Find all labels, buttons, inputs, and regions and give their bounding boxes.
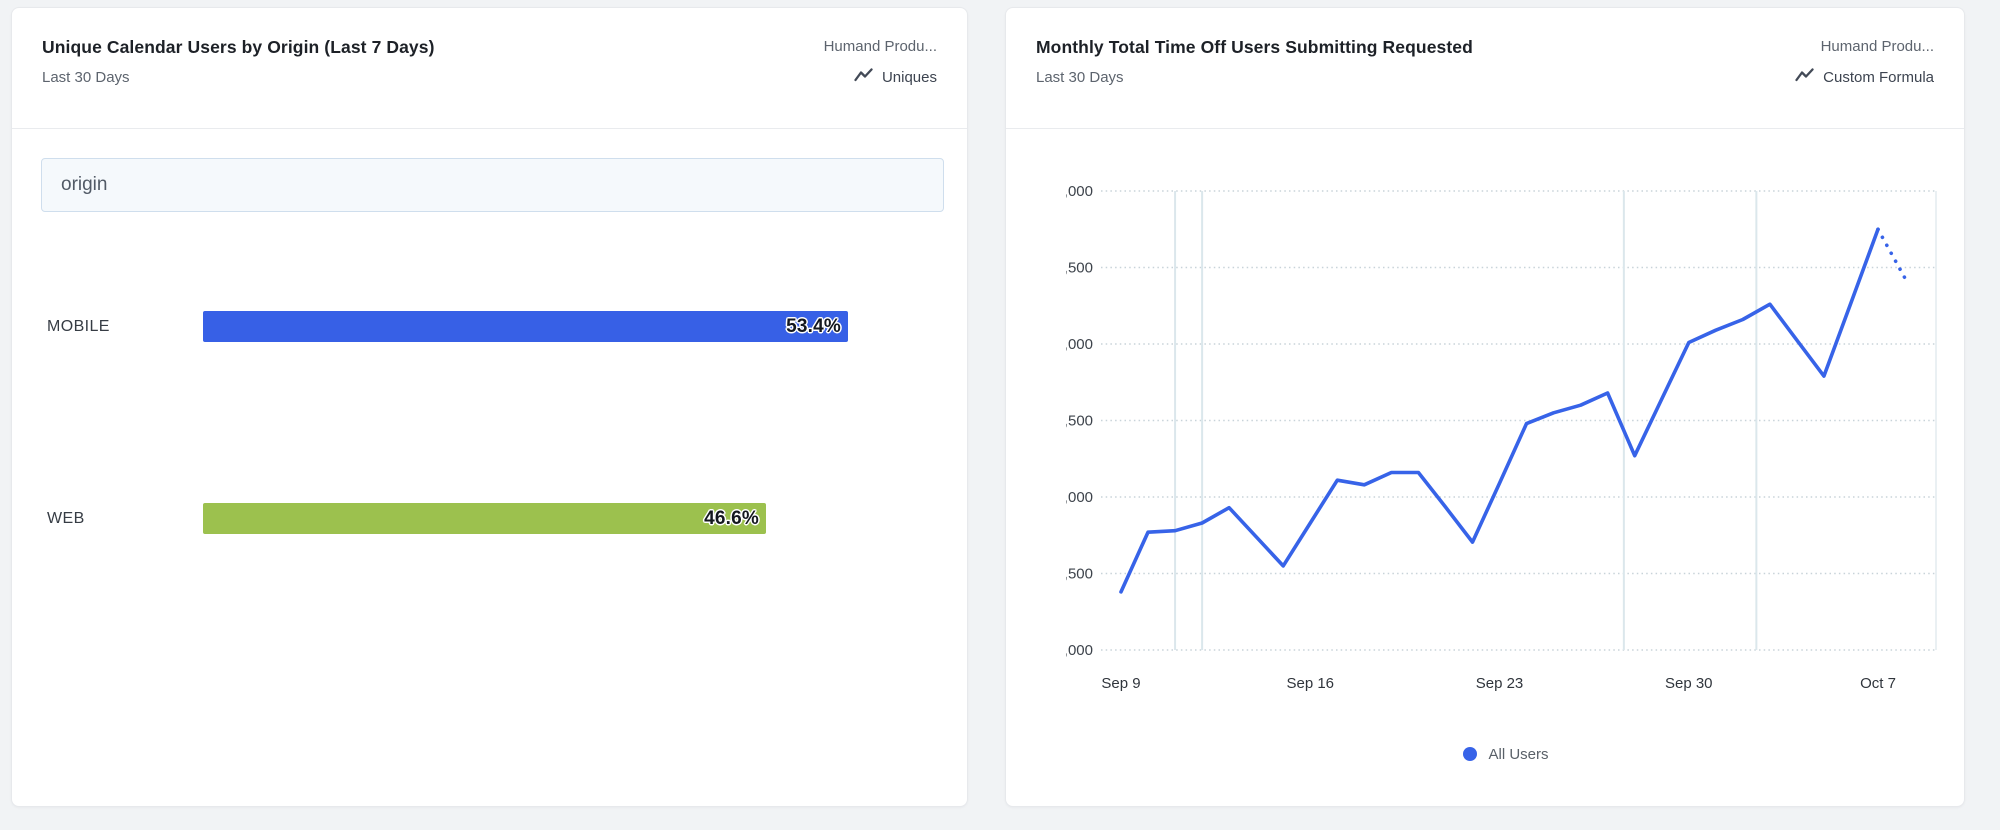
- metric-badge: Uniques: [854, 68, 937, 88]
- bar-value-label: 46.6%: [704, 508, 766, 530]
- x-axis-tick-label: Sep 23: [1476, 675, 1524, 692]
- y-axis-tick-label: 10,000: [1066, 642, 1093, 659]
- line-chart-card: Monthly Total Time Off Users Submitting …: [1005, 7, 1965, 807]
- series-line-projection-dotted: [1878, 229, 1905, 278]
- x-axis-tick-label: Sep 9: [1101, 675, 1140, 692]
- bar-mobile[interactable]: 53.4%: [203, 311, 848, 342]
- bar-chart-card: Unique Calendar Users by Origin (Last 7 …: [11, 7, 968, 807]
- metric-badge: Custom Formula: [1795, 68, 1934, 88]
- legend-dot: [1463, 747, 1477, 761]
- x-axis-tick-label: Sep 30: [1665, 675, 1713, 692]
- x-axis-tick-label: Oct 7: [1860, 675, 1896, 692]
- dashboard-background: { "left_card": { "title": "Unique Calend…: [0, 0, 2000, 830]
- origin-filter-input[interactable]: [41, 158, 944, 212]
- y-axis-tick-label: 12,000: [1066, 336, 1093, 353]
- bar-category-label: MOBILE: [47, 311, 110, 342]
- trend-line-icon: [854, 68, 874, 88]
- card-header: Monthly Total Time Off Users Submitting …: [1006, 8, 1964, 129]
- card-source: Humand Produ...: [1821, 35, 1934, 59]
- metric-label: Custom Formula: [1823, 68, 1934, 88]
- x-axis-tick-label: Sep 16: [1286, 675, 1334, 692]
- y-axis-tick-label: 12,500: [1066, 260, 1093, 277]
- bar-category-label: WEB: [47, 503, 85, 534]
- card-source: Humand Produ...: [824, 35, 937, 59]
- card-header-right: Humand Produ... Uniques: [824, 35, 937, 128]
- card-header-right: Humand Produ... Custom Formula: [1795, 35, 1934, 128]
- card-title[interactable]: Unique Calendar Users by Origin (Last 7 …: [42, 35, 435, 59]
- bar-value-label: 53.4%: [786, 316, 848, 338]
- y-axis-tick-label: 10,500: [1066, 566, 1093, 583]
- card-subtitle: Last 30 Days: [42, 68, 435, 88]
- y-axis-tick-label: 11,500: [1066, 413, 1093, 430]
- y-axis-tick-label: 13,000: [1066, 183, 1093, 200]
- series-line-all-users[interactable]: [1121, 229, 1878, 592]
- legend-label: All Users: [1488, 746, 1548, 763]
- line-chart[interactable]: 13,000 12,500 12,000 11,500 11,000 10,500 10,0…: [1066, 148, 1946, 718]
- y-axis-tick-label: 11,000: [1066, 489, 1093, 506]
- bar-web[interactable]: 46.6%: [203, 503, 766, 534]
- legend-item-all-users[interactable]: All Users: [1066, 743, 1946, 765]
- metric-label: Uniques: [882, 68, 937, 88]
- card-title[interactable]: Monthly Total Time Off Users Submitting …: [1036, 35, 1473, 59]
- card-subtitle: Last 30 Days: [1036, 68, 1473, 88]
- card-header-left: Unique Calendar Users by Origin (Last 7 …: [42, 35, 435, 128]
- trend-line-icon: [1795, 68, 1815, 88]
- card-header-left: Monthly Total Time Off Users Submitting …: [1036, 35, 1473, 128]
- card-header: Unique Calendar Users by Origin (Last 7 …: [12, 8, 967, 129]
